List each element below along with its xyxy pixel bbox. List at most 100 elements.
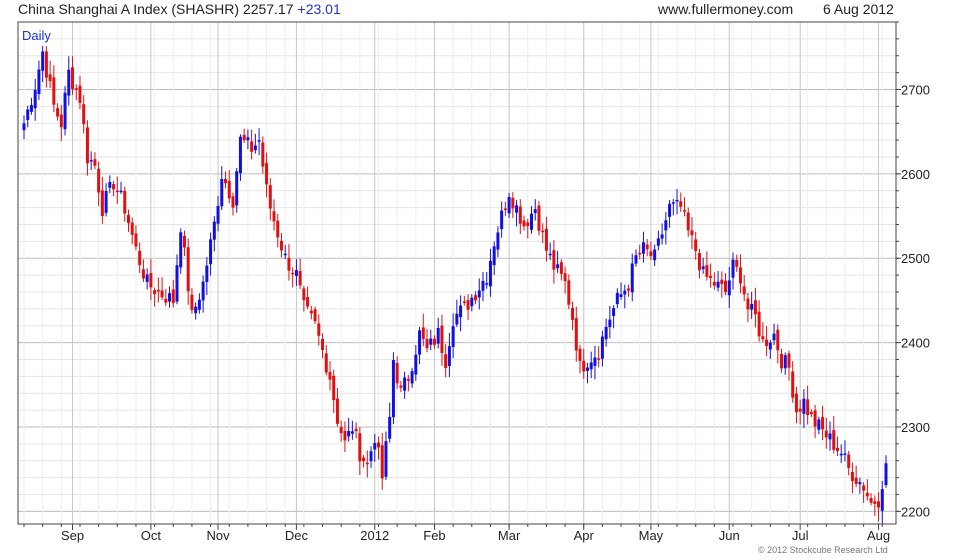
price-chart: 2200 2300 2400 2500 2600 2700 Sep Oct Nov Dec 2012…	[17, 21, 930, 543]
price-bar-body	[612, 308, 616, 316]
price-bar-body	[104, 191, 108, 213]
price-bar-body	[567, 280, 571, 305]
price-bar-body	[653, 249, 657, 261]
price-bar-body	[317, 323, 321, 336]
price-bar-body	[298, 271, 302, 286]
price-bar-body	[832, 429, 836, 450]
x-tick-label: Jun	[719, 528, 740, 543]
price-bar-body	[235, 171, 239, 206]
price-bar-body	[466, 300, 470, 310]
price-bar-body	[399, 385, 403, 388]
price-bar-body	[444, 354, 448, 369]
price-bar-body	[160, 290, 164, 298]
x-tick-label: Jul	[792, 528, 809, 543]
price-bar-body	[265, 163, 269, 185]
price-bar-body	[641, 242, 645, 254]
price-bar-body	[22, 123, 26, 131]
y-tick-label: 2700	[901, 82, 930, 97]
price-bar-body	[369, 451, 373, 462]
price-bar-body	[78, 85, 82, 103]
price-bar-body	[529, 213, 533, 230]
x-tick-label: Mar	[498, 528, 521, 543]
price-bar-body	[309, 310, 313, 314]
price-bar-body	[824, 430, 828, 438]
price-bar-body	[63, 92, 67, 130]
x-tick-label: Feb	[423, 528, 445, 543]
price-bar-body	[798, 408, 802, 412]
price-bar-body	[339, 426, 343, 434]
price-bar-body	[455, 313, 459, 325]
price-bar-body	[813, 410, 817, 427]
price-bar-body	[279, 240, 283, 251]
price-bar-body	[395, 363, 399, 384]
price-bar-body	[697, 253, 701, 271]
price-bar-body	[522, 220, 526, 227]
price-bar-body	[835, 447, 839, 451]
price-bar-body	[470, 297, 474, 307]
price-bar-body	[716, 281, 720, 288]
price-bar-body	[597, 358, 601, 360]
price-bar-body	[604, 326, 608, 340]
price-bar-body	[362, 457, 366, 462]
price-bar-body	[477, 290, 481, 298]
price-bar-body	[343, 430, 347, 441]
price-bar-body	[492, 246, 496, 266]
price-bar-body	[238, 136, 242, 174]
price-bar-body	[429, 338, 433, 345]
price-bar-body	[123, 191, 127, 214]
price-bar-body	[533, 209, 537, 213]
price-bar-body	[809, 412, 813, 415]
price-bar-body	[664, 220, 668, 231]
price-bar-body	[358, 433, 362, 462]
price-bar-body	[380, 445, 384, 479]
price-bar-body	[865, 492, 869, 497]
price-bar-body	[518, 206, 522, 224]
price-bar-body	[224, 179, 228, 184]
price-bar-body	[93, 159, 97, 166]
price-bar-body	[488, 260, 492, 287]
price-bar-body	[302, 288, 306, 301]
price-bar-body	[321, 338, 325, 351]
price-bar-body	[59, 114, 63, 128]
price-bar-body	[108, 182, 112, 188]
price-bar-body	[783, 355, 787, 369]
axes: 2200 2300 2400 2500 2600 2700 Sep Oct Nov Dec 2012…	[23, 21, 930, 543]
price-bar-body	[768, 342, 772, 350]
price-bar-body	[589, 362, 593, 370]
price-bar-body	[821, 417, 825, 430]
price-bar-body	[750, 303, 754, 310]
price-bar-body	[694, 239, 698, 251]
price-bar-body	[306, 297, 310, 307]
price-bar-body	[727, 280, 731, 296]
price-bar-body	[324, 353, 328, 373]
price-bar-body	[679, 201, 683, 207]
price-bar-body	[690, 230, 694, 236]
price-bar-body	[731, 259, 735, 278]
price-bar-body	[503, 208, 507, 211]
price-bar-body	[220, 178, 224, 207]
price-bar-body	[44, 51, 48, 78]
price-bar-body	[291, 272, 295, 275]
price-bar-body	[724, 280, 728, 292]
price-bar-body	[335, 398, 339, 424]
price-bar-body	[354, 428, 358, 432]
y-tick-label: 2400	[901, 336, 930, 351]
price-bar-body	[67, 69, 71, 96]
plot-frame	[17, 21, 897, 525]
grid	[18, 21, 896, 524]
price-bar-body	[242, 134, 246, 141]
price-bar-body	[197, 299, 201, 310]
y-tick-label: 2200	[901, 504, 930, 519]
price-bar-body	[847, 454, 851, 468]
price-bar-body	[474, 295, 478, 301]
price-bar-body	[709, 275, 713, 278]
price-bar-body	[593, 357, 597, 366]
price-bar-body	[153, 290, 157, 295]
price-bar-body	[268, 185, 272, 209]
price-bar-body	[257, 140, 261, 142]
price-bar-body	[209, 239, 213, 265]
price-bar-body	[168, 293, 172, 302]
price-bar-body	[253, 145, 257, 151]
price-bar-body	[544, 228, 548, 251]
price-bar-body	[164, 298, 168, 303]
